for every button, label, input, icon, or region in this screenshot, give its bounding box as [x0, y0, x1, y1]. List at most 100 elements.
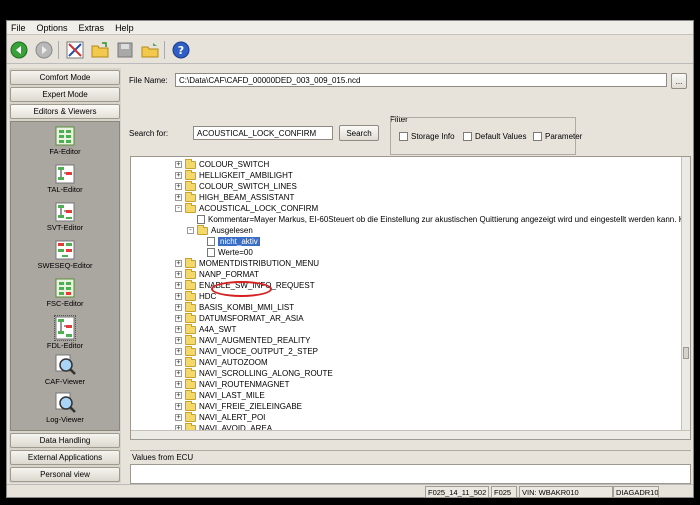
expand-icon[interactable]: +	[175, 392, 182, 399]
menu-options[interactable]: Options	[36, 23, 69, 33]
checkbox-box[interactable]	[533, 132, 542, 141]
menu-extras[interactable]: Extras	[78, 23, 106, 33]
tree-subnode[interactable]: - Ausgelesen	[187, 224, 253, 236]
tree-node[interactable]: + NAVI_SCROLLING_ALONG_ROUTE	[175, 367, 333, 379]
tree-node[interactable]: + NAVI_ROUTENMAGNET	[175, 378, 290, 390]
expand-icon[interactable]: +	[175, 172, 182, 179]
checkbox-box[interactable]	[399, 132, 408, 141]
tree-node[interactable]: + A4A_SWT	[175, 323, 236, 335]
tool-label: FA-Editor	[49, 147, 81, 156]
expand-icon[interactable]: +	[175, 282, 182, 289]
svt-editor-tool[interactable]: SVT-Editor	[47, 202, 83, 238]
expand-icon[interactable]: +	[175, 326, 182, 333]
expand-icon[interactable]: +	[175, 183, 182, 190]
folder-icon	[185, 301, 196, 312]
expand-icon[interactable]: +	[175, 337, 182, 344]
search-button[interactable]: Search	[339, 125, 379, 141]
tree-node-label: COLOUR_SWITCH_LINES	[199, 182, 297, 191]
status-series: F025	[491, 486, 517, 498]
collapse-icon[interactable]: -	[175, 205, 182, 212]
tree-node[interactable]: + NAVI_ALERT_POI	[175, 411, 266, 423]
tree-node[interactable]: + HELLIGKEIT_AMBILIGHT	[175, 169, 293, 181]
tree-node[interactable]: + COLOUR_SWITCH_LINES	[175, 180, 297, 192]
expand-icon[interactable]: +	[175, 315, 182, 322]
toolbar-separator	[164, 40, 165, 59]
caf-viewer-icon	[55, 354, 76, 375]
expand-icon[interactable]: +	[175, 194, 182, 201]
sweseq-editor-icon	[55, 240, 75, 260]
default-values-checkbox[interactable]: Default Values	[463, 132, 526, 141]
editors-viewers-button[interactable]: Editors & Viewers	[10, 104, 120, 119]
help-icon[interactable]: ?	[171, 40, 191, 60]
tree-node[interactable]: + COLOUR_SWITCH	[175, 158, 269, 170]
fa-editor-icon	[55, 126, 75, 146]
expert-mode-button[interactable]: Expert Mode	[10, 87, 120, 102]
expand-icon[interactable]: +	[175, 370, 182, 377]
open-folder-icon[interactable]	[90, 40, 110, 60]
back-icon[interactable]	[9, 40, 29, 60]
tree-node[interactable]: + NAVI_VIOCE_OUTPUT_2_STEP	[175, 345, 318, 357]
fa-editor-tool[interactable]: FA-Editor	[49, 126, 81, 162]
tool-label: TAL-Editor	[47, 185, 83, 194]
expand-icon[interactable]: +	[175, 293, 182, 300]
open-file-icon[interactable]	[140, 40, 160, 60]
expand-icon[interactable]: +	[175, 260, 182, 267]
tool-label: CAF-Viewer	[44, 377, 86, 386]
save-icon[interactable]	[115, 40, 135, 60]
tree-node-label: NAVI_AUGMENTED_REALITY	[199, 336, 311, 345]
tree-node[interactable]: + NAVI_AUGMENTED_REALITY	[175, 334, 311, 346]
tree-node[interactable]: + MOMENTDISTRIBUTION_MENU	[175, 257, 319, 269]
folder-icon	[185, 191, 196, 202]
tree-node[interactable]: + BASIS_KOMBI_MMI_LIST	[175, 301, 294, 313]
tree-node[interactable]: + NAVI_LAST_MILE	[175, 389, 265, 401]
external-applications-button[interactable]: External Applications	[10, 450, 120, 465]
fdl-editor-tool[interactable]: FDL-Editor	[47, 315, 83, 352]
fsc-editor-tool[interactable]: FSC-Editor	[46, 278, 84, 314]
log-viewer-tool[interactable]: Log-Viewer	[46, 392, 84, 428]
parameter-checkbox[interactable]: Parameter	[533, 132, 582, 141]
tree-node[interactable]: + DATUMSFORMAT_AR_ASIA	[175, 312, 304, 324]
collapse-icon[interactable]: -	[187, 227, 194, 234]
tool-label: SWESEQ-Editor	[37, 261, 93, 270]
data-handling-button[interactable]: Data Handling	[10, 433, 120, 448]
scrollbar-thumb[interactable]	[683, 347, 689, 359]
personal-view-button[interactable]: Personal view	[10, 467, 120, 482]
folder-icon	[185, 158, 196, 169]
tools-icon[interactable]	[65, 40, 85, 60]
sweseq-editor-tool[interactable]: SWESEQ-Editor	[37, 240, 93, 276]
comfort-mode-button[interactable]: Comfort Mode	[10, 70, 120, 85]
expand-icon[interactable]: +	[175, 403, 182, 410]
folder-icon	[185, 378, 196, 389]
browse-button[interactable]: ...	[671, 73, 687, 89]
tree-node[interactable]: + HIGH_BEAM_ASSISTANT	[175, 191, 294, 203]
caf-tree-view[interactable]: + COLOUR_SWITCH + HELLIGKEIT_AMBILIGHT + CO…	[130, 156, 691, 440]
search-input[interactable]: ACOUSTICAL_LOCK_CONFIRM	[193, 126, 333, 140]
file-name-field[interactable]: C:\Data\CAF\CAFD_00000DED_003_009_015.nc…	[175, 73, 667, 87]
tree-node[interactable]: + HDC	[175, 290, 216, 302]
vertical-scrollbar[interactable]	[681, 157, 690, 432]
expand-icon[interactable]: +	[175, 161, 182, 168]
fsc-editor-icon	[55, 278, 75, 298]
forward-icon[interactable]	[34, 40, 54, 60]
expand-icon[interactable]: +	[175, 359, 182, 366]
menu-file[interactable]: File	[10, 23, 27, 33]
tree-value-node-selected[interactable]: nicht_aktiv	[207, 236, 260, 247]
expand-icon[interactable]: +	[175, 414, 182, 421]
tree-comment-node[interactable]: Kommentar=Mayer Markus, EI-60Steuert ob …	[197, 214, 690, 225]
storage-info-checkbox[interactable]: Storage Info	[399, 132, 455, 141]
expand-icon[interactable]: +	[175, 304, 182, 311]
expand-icon[interactable]: +	[175, 381, 182, 388]
horizontal-scrollbar[interactable]	[131, 430, 690, 439]
tree-node-label: NAVI_ALERT_POI	[199, 413, 266, 422]
tal-editor-tool[interactable]: TAL-Editor	[47, 164, 83, 200]
expand-icon[interactable]: +	[175, 348, 182, 355]
tree-node[interactable]: + NAVI_FREIE_ZIELEINGABE	[175, 400, 302, 412]
expand-icon[interactable]: +	[175, 271, 182, 278]
tree-value-node[interactable]: Werte=00	[207, 247, 253, 258]
tree-node[interactable]: + NANP_FORMAT	[175, 268, 259, 280]
menu-help[interactable]: Help	[114, 23, 135, 33]
tree-node[interactable]: + NAVI_AUTOZOOM	[175, 356, 268, 368]
checkbox-box[interactable]	[463, 132, 472, 141]
tree-node-expanded[interactable]: - ACOUSTICAL_LOCK_CONFIRM	[175, 202, 318, 214]
caf-viewer-tool[interactable]: CAF-Viewer	[45, 354, 85, 390]
